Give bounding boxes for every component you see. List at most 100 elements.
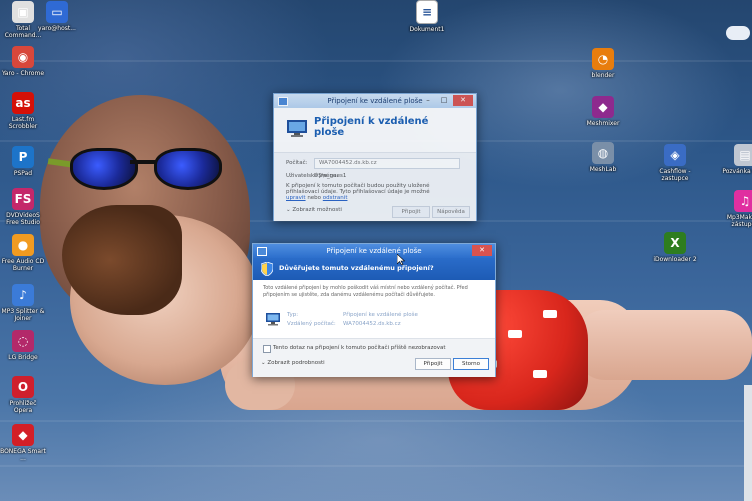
minimize-button[interactable]: –	[421, 95, 435, 106]
close-button[interactable]: ✕	[453, 95, 473, 106]
app-icon: as	[12, 92, 34, 114]
desktop-icon-label: MeshLab	[589, 166, 617, 173]
trust-question: Důvěřujete tomuto vzdálenému připojení?	[279, 264, 434, 272]
close-button[interactable]: ✕	[472, 245, 492, 256]
cloud-icon[interactable]	[726, 26, 750, 40]
cancel-button[interactable]: Storno	[453, 358, 489, 370]
desktop-icon[interactable]: ♫ Mp3Maker... zástupce	[722, 190, 752, 228]
desktop-icon-label: Meshmixer	[586, 120, 620, 127]
desktop-icon[interactable]: ♪ MP3 Splitter & Joiner	[0, 284, 46, 322]
remote-computer-label: Vzdálený počítač:	[287, 321, 336, 327]
app-icon: ◈	[664, 144, 686, 166]
dont-ask-label: Tento dotaz na připojení k tomuto počíta…	[273, 345, 446, 351]
desktop-icon-label: DVDVideoS Free Studio	[6, 212, 40, 226]
rdp-main-titlebar: Připojení ke vzdálené ploše – □ ✕	[274, 94, 476, 108]
app-icon: ♫	[734, 190, 752, 212]
desktop-icon[interactable]: ◈ Cashflow - zastupce	[652, 144, 698, 182]
rdp-main-body: Počítač: WA7004452.ds.kb.cz Uživatelské …	[274, 152, 476, 221]
trust-question-bar: Důvěřujete tomuto vzdálenému připojení?	[253, 258, 495, 280]
rdp-app-icon	[257, 247, 267, 256]
scrollbar[interactable]	[744, 385, 752, 501]
show-details-toggle[interactable]: ⌄ Zobrazit podrobnosti	[261, 360, 325, 366]
document-icon: ≡	[416, 0, 438, 24]
remote-computer-icon	[266, 313, 280, 326]
desktop-icon-label: Cashflow - zastupce	[659, 168, 691, 182]
desktop-icon[interactable]: as Last.fm Scrobbler	[0, 92, 46, 130]
desktop-icon-yaro-host[interactable]: ▭ yaro@host...	[34, 1, 80, 32]
credentials-info: K připojení k tomuto počítači budou použ…	[286, 183, 430, 201]
type-label: Typ:	[287, 312, 299, 318]
dont-ask-checkbox[interactable]	[263, 345, 271, 353]
edit-link[interactable]: upravit	[286, 195, 306, 201]
app-icon: ◆	[592, 96, 614, 118]
app-icon: X	[664, 232, 686, 254]
desktop-icon[interactable]: ◉ Yaro - Chrome	[0, 46, 46, 77]
desktop-icon-label: MP3 Splitter & Joiner	[1, 308, 45, 322]
desktop-icon[interactable]: P PSPad	[0, 146, 46, 177]
app-icon: ◉	[12, 46, 34, 68]
connect-button-disabled[interactable]: Připojit	[392, 206, 430, 218]
remote-computer-value: WA7004452.ds.kb.cz	[343, 321, 401, 327]
desktop-icon-label: Last.fm Scrobbler	[8, 116, 38, 130]
computer-label: Počítač:	[286, 160, 308, 166]
type-value: Připojení ke vzdálené ploše	[343, 312, 418, 318]
desktop-icon[interactable]: ▤ Pozvánka na ...	[722, 144, 752, 175]
app-icon: O	[12, 376, 34, 398]
wave	[0, 420, 752, 422]
rdp-main-header: Připojení k vzdálené ploše	[274, 108, 476, 152]
app-icon: ◌	[12, 330, 34, 352]
app-icon: ◔	[592, 48, 614, 70]
desktop-icon[interactable]: ◔ blender	[580, 48, 626, 79]
wave	[0, 60, 752, 62]
desktop-icon[interactable]: ◌ LG Bridge	[0, 330, 46, 361]
desktop-icon-label: Free Audio CD Burner	[1, 258, 45, 272]
desktop-icon-label: Prohlížeč Opera	[9, 400, 37, 414]
computer-input[interactable]: WA7004452.ds.kb.cz	[314, 158, 460, 169]
desktop-icon[interactable]: FS DVDVideoS Free Studio	[0, 188, 46, 226]
remote-desktop-icon	[287, 120, 307, 137]
desktop-icon-label: BONEGA Smart ...	[0, 448, 46, 462]
mouse-cursor-icon	[397, 254, 405, 265]
app-icon: ◍	[592, 142, 614, 164]
desktop-icon-label: blender	[591, 72, 615, 79]
chevron-down-icon: ⌄	[286, 207, 291, 213]
trust-description: Toto vzdálené připojení by mohlo poškodi…	[263, 285, 468, 298]
desktop-icon-label: PSPad	[13, 170, 33, 177]
desktop-icon[interactable]: ◆ Meshmixer	[580, 96, 626, 127]
connect-button[interactable]: Připojit	[415, 358, 451, 370]
show-options-toggle[interactable]: ⌄ Zobrazit možnosti	[286, 207, 342, 213]
desktop-icon-label: LG Bridge	[8, 354, 38, 361]
rdp-trust-titlebar: Připojení ke vzdálené ploše ✕	[253, 244, 495, 258]
rdp-app-icon	[278, 97, 288, 106]
delete-link[interactable]: odstranit	[323, 195, 348, 201]
desktop-icon[interactable]: ◆ BONEGA Smart ...	[0, 424, 46, 462]
shield-icon	[261, 262, 273, 276]
app-icon: ●	[12, 234, 34, 256]
desktop-icon-label: Mp3Maker... zástupce	[726, 214, 752, 228]
trust-footer: Tento dotaz na připojení k tomuto počíta…	[253, 338, 495, 377]
wallpaper-child-leg	[575, 310, 752, 380]
user-value: DS\e_gaes1	[314, 173, 347, 179]
rdp-main-dialog: Připojení ke vzdálené ploše – □ ✕ Připoj…	[273, 93, 477, 221]
app-icon: ♪	[12, 284, 34, 306]
wallpaper-sunglasses	[47, 148, 222, 190]
desktop-icon-label: Pozvánka na ...	[722, 168, 752, 175]
chevron-down-icon: ⌄	[261, 360, 266, 366]
app-icon: P	[12, 146, 34, 168]
maximize-button[interactable]: □	[437, 95, 451, 106]
monitor-icon: ▭	[46, 1, 68, 23]
app-icon: FS	[12, 188, 34, 210]
desktop-icon[interactable]: ● Free Audio CD Burner	[0, 234, 46, 272]
rdp-main-heading: Připojení k vzdálené ploše	[314, 116, 429, 138]
desktop-icon-document[interactable]: ≡ Dokument1	[402, 0, 452, 33]
app-icon: ▣	[12, 1, 34, 23]
desktop-icon[interactable]: XiDownloader 2	[652, 232, 698, 263]
desktop-icon-label: Yaro - Chrome	[1, 70, 45, 77]
desktop-icon-label: iDownloader 2	[653, 256, 697, 263]
app-icon: ◆	[12, 424, 34, 446]
wave	[0, 465, 752, 467]
help-button[interactable]: Nápověda	[432, 206, 470, 218]
desktop-icon[interactable]: ◍ MeshLab	[580, 142, 626, 173]
rdp-trust-dialog: Připojení ke vzdálené ploše ✕ Důvěřujete…	[252, 243, 496, 377]
desktop-icon[interactable]: O Prohlížeč Opera	[0, 376, 46, 414]
